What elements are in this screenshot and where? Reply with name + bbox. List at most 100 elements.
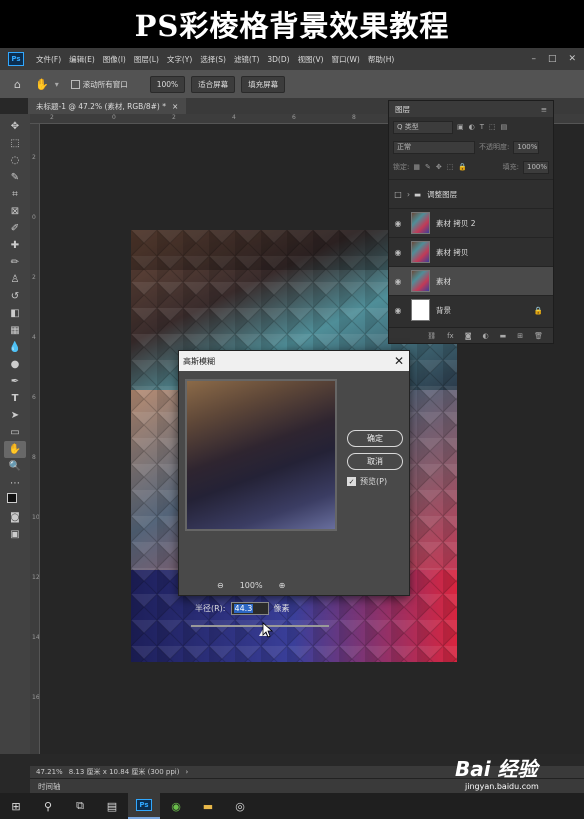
menu-image[interactable]: 图像(I) bbox=[99, 54, 130, 65]
pen-tool-icon[interactable]: ✒ bbox=[4, 373, 26, 390]
type-tool-icon[interactable]: T bbox=[4, 390, 26, 407]
path-select-tool-icon[interactable]: ➤ bbox=[4, 407, 26, 424]
eye-icon[interactable]: ◉ bbox=[389, 219, 407, 228]
quick-mask-icon[interactable]: ◙ bbox=[4, 509, 26, 526]
close-tab-icon[interactable]: × bbox=[172, 102, 178, 111]
eye-icon[interactable]: ◉ bbox=[389, 306, 407, 315]
screen-mode-icon[interactable]: ▣ bbox=[4, 526, 26, 543]
color-swatch-icon[interactable] bbox=[4, 492, 26, 509]
radius-slider-track[interactable] bbox=[191, 625, 329, 627]
zoom-tool-icon[interactable]: 🔍 bbox=[4, 458, 26, 475]
marquee-tool-icon[interactable]: ⬚ bbox=[4, 135, 26, 152]
panel-menu-icon[interactable]: ≡ bbox=[541, 105, 553, 114]
lock-icons[interactable]: ▦✎✥⬚🔒 bbox=[413, 163, 472, 171]
history-brush-icon[interactable]: ↺ bbox=[4, 288, 26, 305]
brush-tool-icon[interactable]: ✏ bbox=[4, 254, 26, 271]
lasso-tool-icon[interactable]: ◌ bbox=[4, 152, 26, 169]
menu-view[interactable]: 视图(V) bbox=[294, 54, 328, 65]
crop-tool-icon[interactable]: ⌗ bbox=[4, 186, 26, 203]
tool-preset-arrow-icon[interactable]: ▾ bbox=[55, 80, 59, 89]
fx-icon[interactable]: fx bbox=[447, 332, 454, 340]
eye-icon[interactable]: ◉ bbox=[389, 248, 407, 257]
new-layer-icon[interactable]: ⊞ bbox=[517, 332, 523, 340]
quick-select-tool-icon[interactable]: ✎ bbox=[4, 169, 26, 186]
cancel-button[interactable]: 取消 bbox=[347, 453, 403, 470]
layer-row-selected[interactable]: ◉ 素材 bbox=[389, 266, 553, 295]
fill-field[interactable]: 100% bbox=[523, 160, 549, 174]
photoshop-taskbar-icon[interactable]: Ps bbox=[128, 793, 160, 819]
layer-row[interactable]: ◉ 背景 🔒 bbox=[389, 295, 553, 324]
layer-filter-select[interactable]: Q 类型 bbox=[393, 120, 453, 134]
camera-icon[interactable]: ◎ bbox=[224, 793, 256, 819]
opacity-field[interactable]: 100% bbox=[513, 140, 540, 154]
menu-type[interactable]: 文字(Y) bbox=[163, 54, 196, 65]
frame-tool-icon[interactable]: ⊠ bbox=[4, 203, 26, 220]
hand-tool-icon[interactable]: ✋ bbox=[35, 78, 49, 91]
more-tools-icon[interactable]: ⋯ bbox=[4, 475, 26, 492]
menu-layer[interactable]: 图层(L) bbox=[130, 54, 163, 65]
link-icon[interactable]: ⛓ bbox=[427, 332, 436, 340]
visibility-toggle[interactable]: □ bbox=[389, 190, 407, 199]
menu-filter[interactable]: 滤镜(T) bbox=[230, 54, 263, 65]
filter-icons[interactable]: ▣◐T⬚▤ bbox=[457, 123, 512, 131]
layer-name: 素材 拷贝 bbox=[436, 247, 469, 257]
zoom-level-button[interactable]: 100% bbox=[149, 75, 186, 93]
blur-preview[interactable] bbox=[185, 379, 337, 531]
search-icon[interactable]: ⚲ bbox=[32, 793, 64, 819]
layer-row[interactable]: ◉ 素材 拷贝 bbox=[389, 237, 553, 266]
menu-window[interactable]: 窗口(W) bbox=[328, 54, 364, 65]
gradient-tool-icon[interactable]: ▦ bbox=[4, 322, 26, 339]
eraser-tool-icon[interactable]: ◧ bbox=[4, 305, 26, 322]
expand-arrow-icon[interactable]: › bbox=[407, 190, 410, 199]
menu-help[interactable]: 帮助(H) bbox=[364, 54, 399, 65]
move-tool-icon[interactable]: ✥ bbox=[4, 118, 26, 135]
ruler-tick: 6 bbox=[32, 394, 36, 401]
menu-3d[interactable]: 3D(D) bbox=[263, 55, 293, 64]
zoom-in-icon[interactable]: ⊕ bbox=[279, 581, 286, 590]
adjustment-icon[interactable]: ◐ bbox=[483, 332, 489, 340]
task-view-icon[interactable]: ⧉ bbox=[64, 793, 96, 819]
layer-group-row[interactable]: □ › ▬ 调整图层 bbox=[389, 179, 553, 208]
eye-icon[interactable]: ◉ bbox=[389, 277, 407, 286]
fit-screen-button[interactable]: 适合屏幕 bbox=[191, 75, 236, 93]
folder-icon[interactable]: ▬ bbox=[192, 793, 224, 819]
checkbox-checked-icon[interactable]: ✓ bbox=[347, 477, 356, 486]
maximize-button[interactable]: □ bbox=[548, 54, 557, 64]
blur-tool-icon[interactable]: 💧 bbox=[4, 339, 26, 356]
menu-edit[interactable]: 编辑(E) bbox=[65, 54, 99, 65]
scroll-all-checkbox[interactable]: 滚动所有窗口 bbox=[70, 79, 128, 90]
dodge-tool-icon[interactable]: ● bbox=[4, 356, 26, 373]
browser-icon[interactable]: ◉ bbox=[160, 793, 192, 819]
shape-tool-icon[interactable]: ▭ bbox=[4, 424, 26, 441]
document-tab[interactable]: 未标题-1 @ 47.2% (素材, RGB/8#) * × bbox=[28, 98, 187, 114]
checkbox-box[interactable] bbox=[70, 79, 80, 89]
ok-button[interactable]: 确定 bbox=[347, 430, 403, 447]
blend-mode-select[interactable]: 正常 bbox=[393, 140, 475, 154]
folder-icon[interactable]: ▬ bbox=[500, 332, 507, 340]
close-button[interactable]: ✕ bbox=[568, 54, 576, 64]
status-arrow-icon[interactable]: › bbox=[185, 768, 188, 776]
file-icon[interactable]: ▤ bbox=[96, 793, 128, 819]
tools-panel: ✥ ⬚ ◌ ✎ ⌗ ⊠ ✐ ✚ ✏ ♙ ↺ ◧ ▦ 💧 ● ✒ T ➤ ▭ ✋ … bbox=[0, 114, 30, 754]
layer-row[interactable]: ◉ 素材 拷贝 2 bbox=[389, 208, 553, 237]
trash-icon[interactable]: 🗑 bbox=[534, 332, 543, 340]
eyedropper-tool-icon[interactable]: ✐ bbox=[4, 220, 26, 237]
healing-tool-icon[interactable]: ✚ bbox=[4, 237, 26, 254]
menu-select[interactable]: 选择(S) bbox=[196, 54, 230, 65]
layers-panel-title[interactable]: 图层 bbox=[395, 104, 410, 115]
home-icon[interactable]: ⌂ bbox=[14, 78, 21, 91]
ps-logo: Ps bbox=[8, 52, 24, 66]
windows-start-icon[interactable]: ⊞ bbox=[0, 793, 32, 819]
fill-screen-button[interactable]: 填充屏幕 bbox=[241, 75, 286, 93]
mask-icon[interactable]: ◙ bbox=[465, 332, 472, 340]
dialog-titlebar[interactable]: 高斯模糊 ✕ bbox=[179, 351, 409, 371]
status-zoom[interactable]: 47.21% bbox=[36, 768, 63, 776]
minimize-button[interactable]: – bbox=[531, 54, 536, 64]
dialog-close-icon[interactable]: ✕ bbox=[389, 354, 409, 368]
stamp-tool-icon[interactable]: ♙ bbox=[4, 271, 26, 288]
radius-input[interactable]: 44.3 bbox=[230, 602, 269, 615]
hand-tool-icon[interactable]: ✋ bbox=[4, 441, 26, 458]
menu-file[interactable]: 文件(F) bbox=[32, 54, 65, 65]
preview-checkbox[interactable]: ✓ 预览(P) bbox=[347, 476, 387, 487]
zoom-out-icon[interactable]: ⊖ bbox=[217, 581, 224, 590]
